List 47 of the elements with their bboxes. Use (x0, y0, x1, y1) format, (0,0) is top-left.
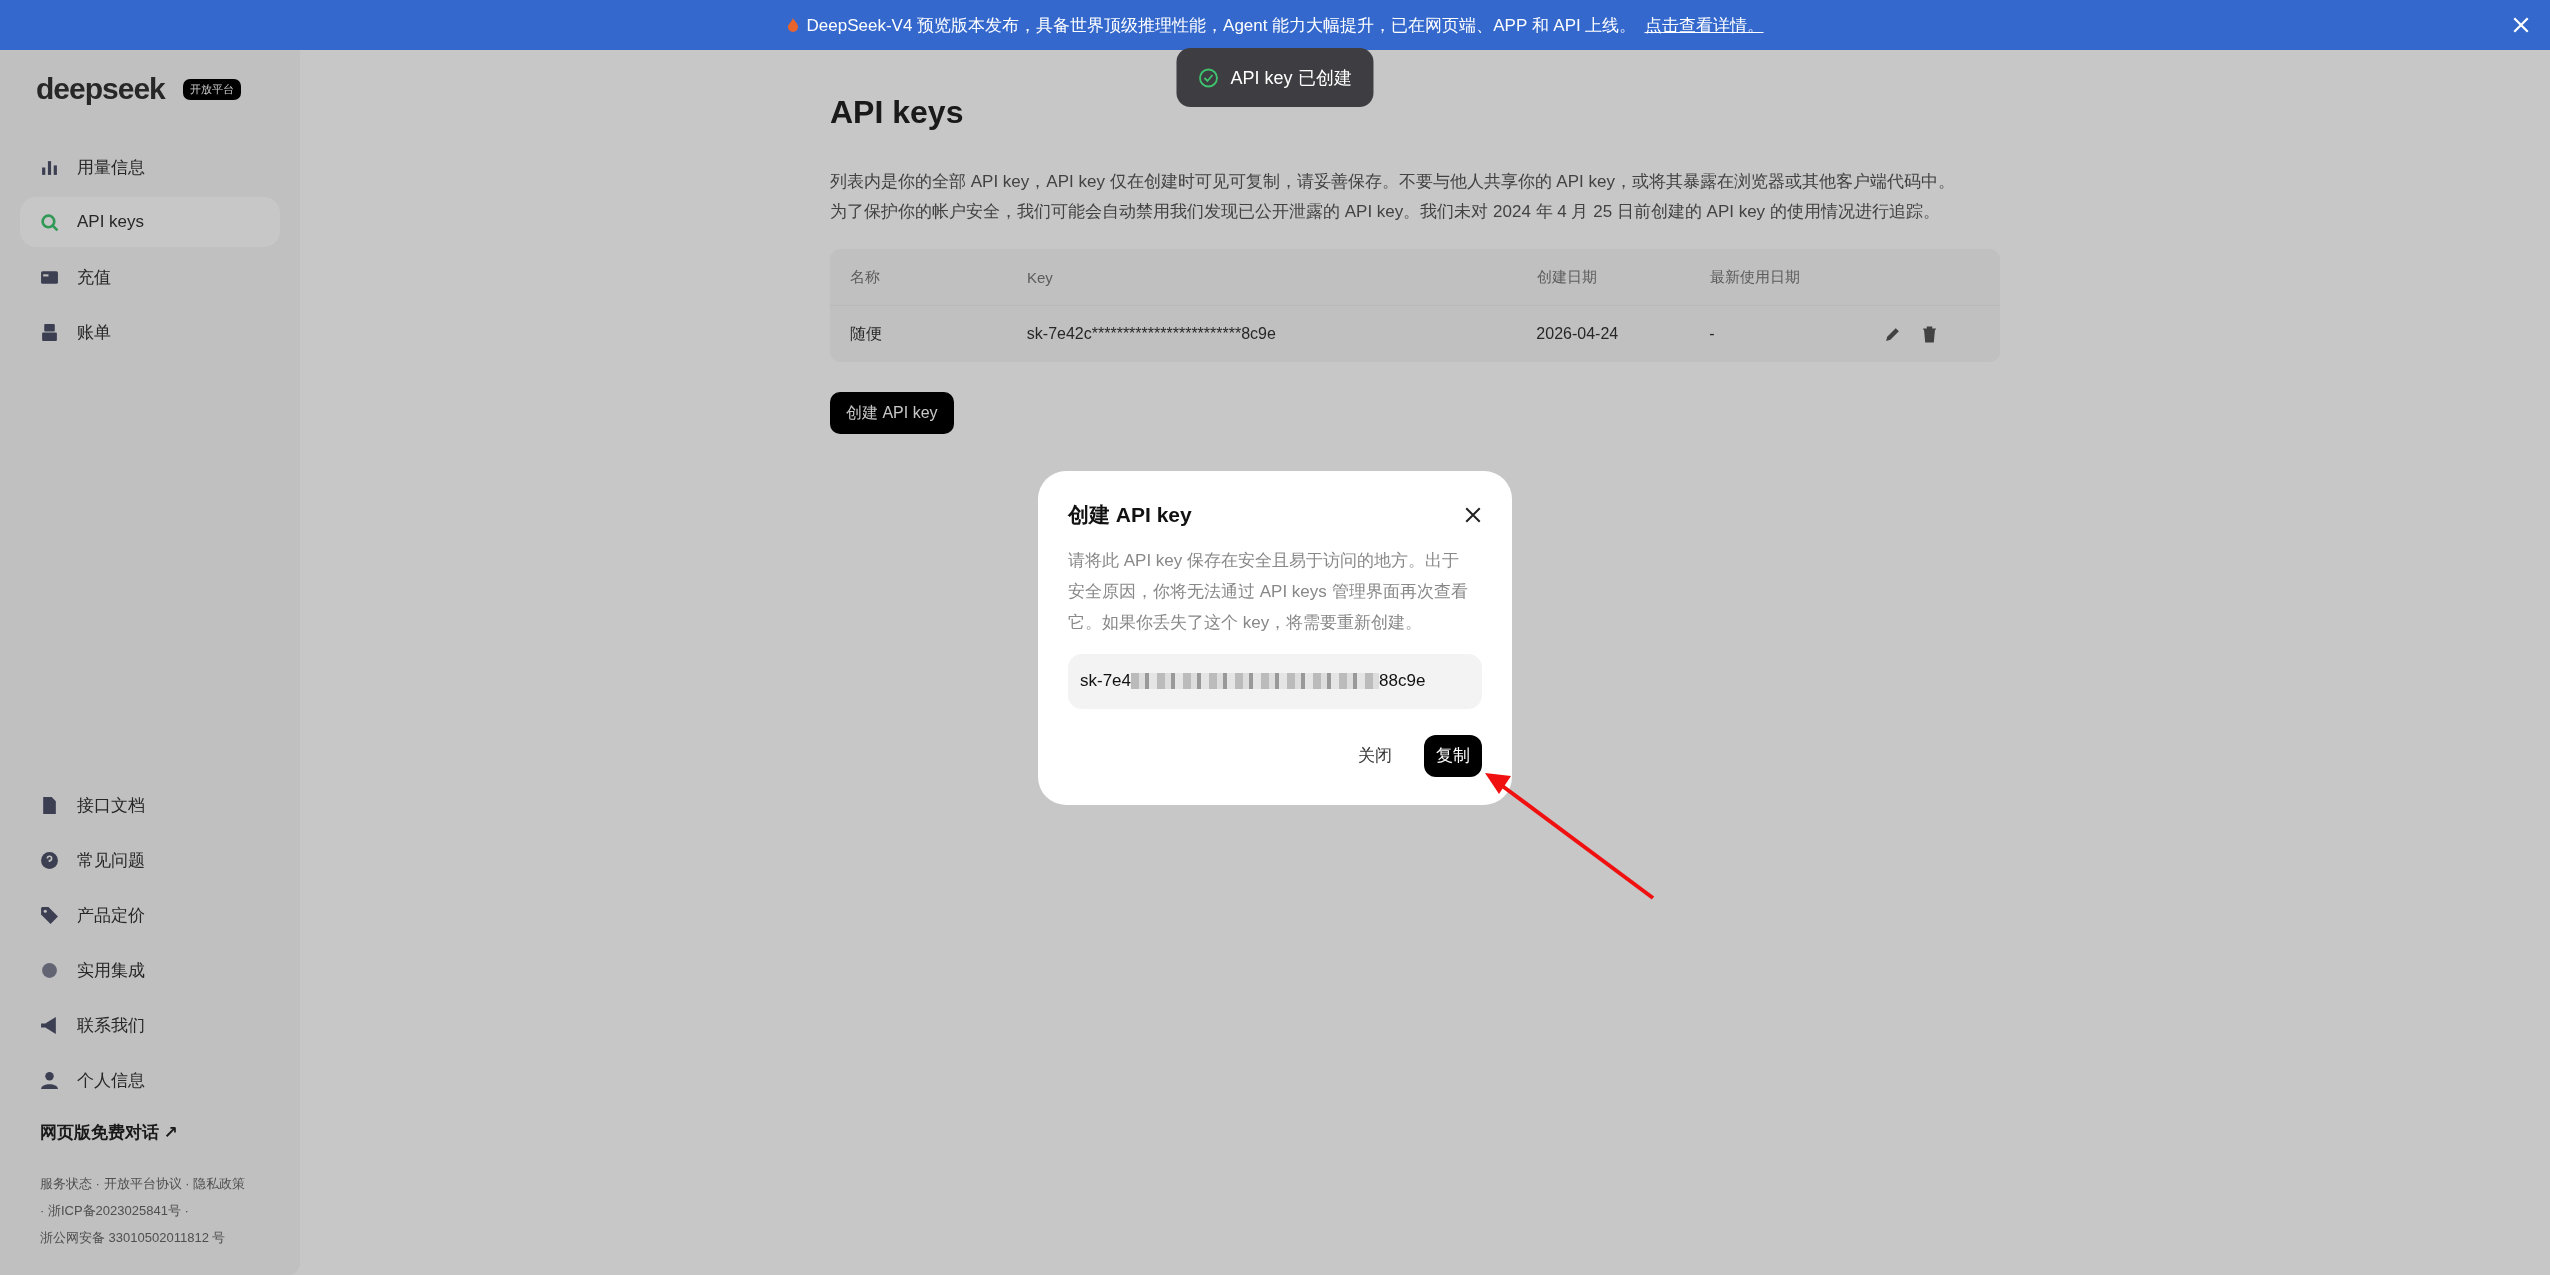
announcement-text: DeepSeek-V4 预览版本发布，具备世界顶级推理性能，Agent 能力大幅提升，已在网页端、APP 和 API 上线。 (806, 14, 1637, 37)
megaphone-icon (40, 1015, 59, 1035)
copy-button[interactable]: 复制 (1424, 734, 1482, 777)
sidebar-item[interactable]: 充值 (20, 252, 280, 302)
column-header: Key (1027, 268, 1054, 286)
logo[interactable]: deepseek (36, 72, 165, 106)
receipt-icon (40, 322, 59, 342)
table-cell-text: - (1709, 325, 1716, 343)
table-cell-text: sk-7e42c************************8c9e (1026, 325, 1277, 343)
check-circle-icon (1198, 67, 1219, 88)
footer-text: 浙公网安备 33010502011812 号 (40, 1229, 227, 1247)
column-header: 创建日期 (1537, 267, 1598, 287)
delete-icon[interactable] (1921, 325, 1938, 343)
sidebar-item[interactable]: 常见问题 (20, 835, 280, 885)
close-button[interactable]: 关闭 (1346, 734, 1404, 777)
toast-text: API key 已创建 (1230, 66, 1352, 90)
sidebar-item[interactable]: 个人信息 (20, 1055, 280, 1105)
details-link[interactable]: 点击查看详情。 (1644, 13, 1764, 37)
api-key-field[interactable]: sk-7e4 88c9e (1068, 653, 1482, 709)
sidebar-item[interactable]: API keys (20, 197, 280, 247)
column-header: 最新使用日期 (1710, 267, 1801, 287)
sidebar-item[interactable]: 账单 (20, 307, 280, 357)
footer-text: 服务状态 · 开放平台协议 · 隐私政策 (40, 1175, 247, 1193)
edit-icon[interactable] (1884, 325, 1901, 343)
sidebar-item[interactable]: 实用集成 (20, 945, 280, 995)
description-text: 列表内是你的全部 API key，API key 仅在创建时可见可复制，请妥善保存。不要与他人共享你的 API key，或将其暴露在浏览器或其他客户端代码中。 (830, 171, 1956, 193)
platform-badge: 开放平台 (182, 78, 241, 100)
sidebar-item[interactable]: 产品定价 (20, 890, 280, 940)
sidebar-item[interactable]: 接口文档 (20, 780, 280, 830)
description-text: 为了保护你的帐户安全，我们可能会自动禁用我们发现已公开泄露的 API key。我们未对 2024 年 4 月 25 日前创建的 API key 的使用情况进行追踪。 (830, 201, 1941, 223)
search-icon (40, 212, 59, 232)
close-icon[interactable] (1464, 505, 1482, 524)
tag-icon (40, 905, 59, 925)
dialog-title: 创建 API key (1068, 501, 1192, 528)
sidebar-item[interactable]: 联系我们 (20, 1000, 280, 1050)
create-key-button[interactable]: 创建 API key (830, 392, 954, 434)
page-title: API keys (830, 94, 965, 131)
document-icon (40, 795, 59, 815)
user-icon (40, 1070, 59, 1090)
question-icon (40, 850, 59, 870)
column-header: 名称 (850, 267, 881, 287)
footer-text: · 浙ICP备2023025841号 · (40, 1202, 190, 1220)
web-chat-link[interactable]: 网页版免费对话 ↗ (20, 1105, 280, 1160)
table-cell-text: 随便 (850, 323, 883, 344)
table-cell-text: 2026-04-24 (1536, 325, 1620, 343)
sidebar-item[interactable]: 用量信息 (20, 142, 280, 192)
dialog-message: 请将此 API key 保存在安全且易于访问的地方。出于安全原因，你将无法通过 API keys 管理界面再次查看它。如果你丢失了这个 key，将需要重新创建。 (1068, 549, 1469, 634)
